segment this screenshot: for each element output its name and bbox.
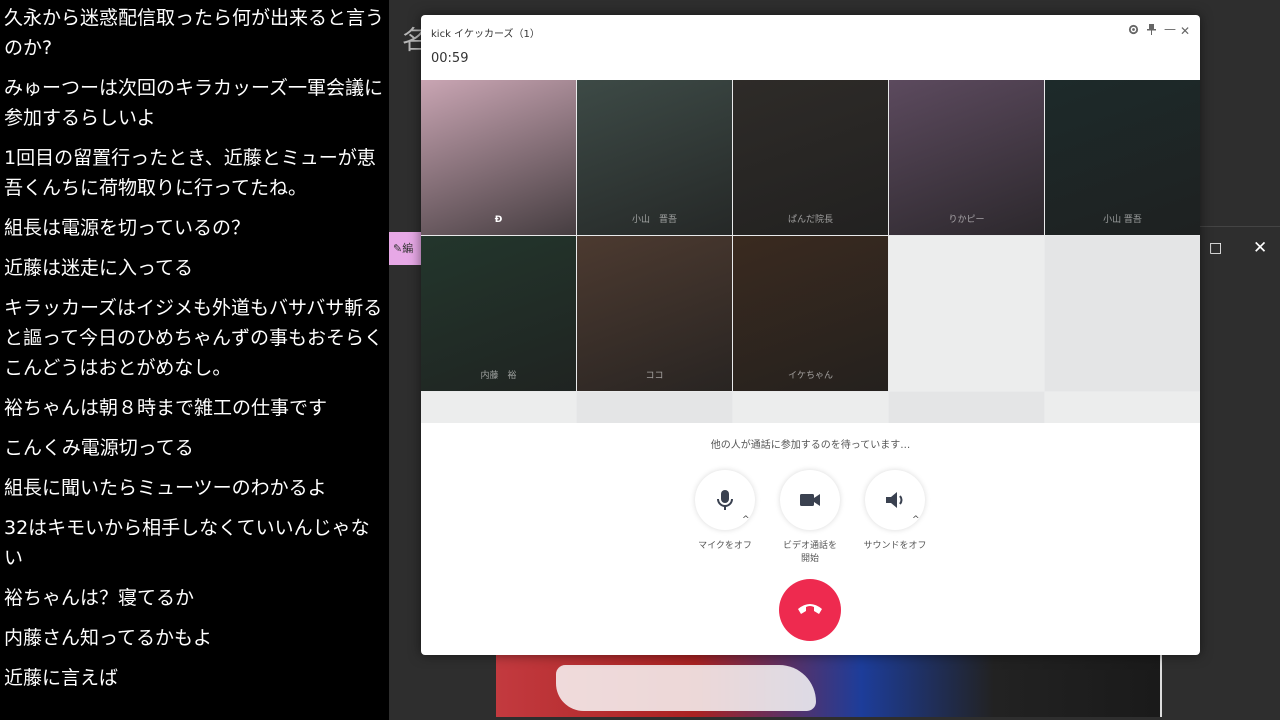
comment-item: 1回目の留置行ったとき、近藤とミューが恵吾くんちに荷物取りに行ってたね。 [4,147,376,199]
comment-item: 近藤に言えば [4,667,119,689]
comment-item: 内藤さん知ってるかもよ [4,627,213,649]
call-timer: 00:59 [431,51,469,66]
close-call-button[interactable]: ✕ [1180,24,1190,38]
empty-slot [733,392,888,423]
maximize-button[interactable]: □ [1209,240,1222,256]
comment-item: 近藤は迷走に入ってる [4,257,194,279]
video-camera-icon [800,494,820,506]
empty-slot [421,392,576,423]
video-banner [556,665,816,711]
comment-item: 裕ちゃんは朝８時まで雑工の仕事です [4,397,328,419]
participant-grid: Ð 小山 晋吾 ぱんだ院長 りかピー 小山 晋吾 内藤 裕 ココ イケちゃん [421,80,1200,423]
sound-options-chevron-icon[interactable]: ^ [912,515,920,525]
comment-item: こんくみ電源切ってる [4,437,194,459]
phone-hangup-icon [798,604,822,614]
background-divider [1200,226,1280,227]
participant-tile[interactable]: 内藤 裕 [421,236,576,391]
participant-name: 小山 晋吾 [1103,215,1142,225]
participant-tile[interactable]: Ð [421,80,576,235]
comment-item: 裕ちゃんは？寝てるか [4,587,195,609]
comment-item: みゅーつーは次回のキラカッーズ一軍会議に参加するらしいよ [4,77,384,129]
video-label-line: ビデオ通話を [782,541,837,551]
participant-name: 内藤 裕 [480,371,517,381]
microphone-icon [717,490,733,510]
video-label: ビデオ通話を 開始 [765,540,855,566]
video-label-line: 開始 [800,554,819,564]
empty-slot [889,392,1044,423]
edit-tab[interactable]: ✎編 [389,232,421,265]
participant-name: イケちゃん [787,371,833,381]
call-window: kick イケッカーズ（1） 00:59 — ✕ Ð 小山 晋吾 ぱんだ院長 り… [421,15,1200,655]
empty-slot [577,392,732,423]
participant-tile[interactable]: 小山 晋吾 [1045,80,1200,235]
participant-tile[interactable]: ぱんだ院長 [733,80,888,235]
mic-label: マイクをオフ [698,541,752,551]
comment-item: 32はキモいから相手しなくていいんじゃない [4,517,370,569]
comment-item: キラッカーズはイジメも外道もバサバサ斬ると謳って今日のひめちゃんずの事もおそらく… [4,297,384,379]
pin-icon[interactable] [1147,24,1156,38]
call-title: kick イケッカーズ（1） [431,29,540,40]
participant-tile[interactable]: りかピー [889,80,1044,235]
participant-name: Ð [494,215,503,225]
mic-options-chevron-icon[interactable]: ^ [742,515,750,525]
sound-label: サウンドをオフ [863,541,927,551]
close-button[interactable]: ✕ [1253,238,1267,258]
empty-slot [889,236,1044,391]
hangup-button[interactable] [779,579,841,641]
participant-name: りかピー [948,215,985,225]
participant-name: 小山 晋吾 [631,215,677,225]
participant-tile[interactable]: イケちゃん [733,236,888,391]
participant-tile[interactable]: 小山 晋吾 [577,80,732,235]
comment-item: 組長に聞いたらミューツーのわかるよ [4,477,327,499]
settings-icon[interactable] [1128,24,1139,38]
minimize-button[interactable]: — [1164,22,1176,36]
comment-item: 久永から迷惑配信取ったら何が出来ると言うのか? [4,7,385,59]
comment-item: 組長は電源を切っているの？ [4,217,251,239]
empty-slot [1045,236,1200,391]
participant-name: ココ [645,371,664,381]
edit-tab-label: 編 [402,242,414,255]
speaker-icon [886,492,903,508]
comment-list: 久永から迷惑配信取ったら何が出来ると言うのか? みゅーつーは次回のキラカッーズ一… [0,0,389,720]
empty-slot [1045,392,1200,423]
background-video [496,655,1162,717]
participant-name: ぱんだ院長 [787,215,833,225]
edit-icon: ✎ [393,242,403,255]
waiting-message: 他の人が通話に参加するのを待っています… [710,440,911,451]
participant-tile[interactable]: ココ [577,236,732,391]
video-button[interactable] [780,470,840,530]
